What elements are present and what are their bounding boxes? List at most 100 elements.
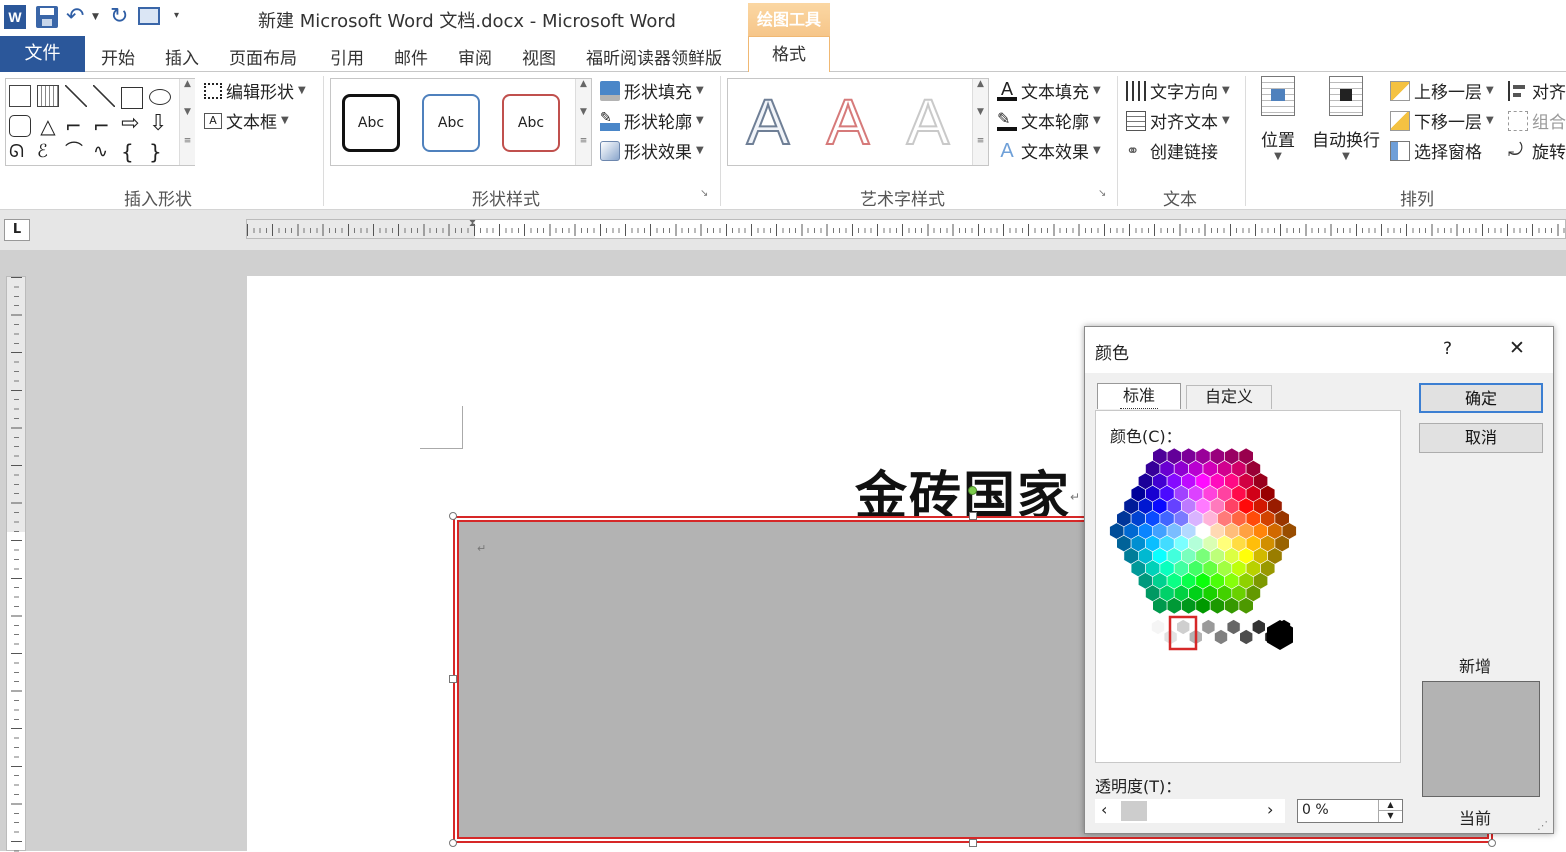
resize-grip-icon[interactable]: ⋰ bbox=[1537, 819, 1548, 832]
transparency-input[interactable]: 0 % ▲ ▼ bbox=[1297, 799, 1403, 823]
wordart-sample-red[interactable]: A bbox=[818, 81, 878, 163]
dialog-close-button[interactable]: ✕ bbox=[1509, 337, 1525, 359]
tab-foxit[interactable]: 福昕阅读器领鲜版 bbox=[586, 44, 722, 69]
tab-mailings[interactable]: 邮件 bbox=[394, 44, 428, 69]
triangle-shape-icon[interactable]: △ bbox=[37, 115, 59, 137]
line-shape-icon[interactable] bbox=[65, 85, 87, 107]
tab-file[interactable]: 文件 bbox=[0, 36, 85, 72]
freeform-shape-icon[interactable]: ᘏ bbox=[9, 141, 31, 163]
shapes-gallery-scroll[interactable]: ▲ ▼ ≡ bbox=[179, 79, 195, 165]
text-fill-button[interactable]: A 文本填充 ▼ bbox=[997, 78, 1101, 103]
edit-shape-button[interactable]: 编辑形状 ▼ bbox=[204, 78, 306, 103]
shape-style-sample-red[interactable]: Abc bbox=[502, 94, 560, 152]
wordart-gallery-scroll[interactable]: ▲ ▼ ≡ bbox=[972, 79, 988, 165]
align-text-button[interactable]: 对齐文本 ▼ bbox=[1126, 108, 1230, 133]
down-arrow-shape-icon[interactable]: ⇩ bbox=[149, 113, 171, 135]
cancel-button[interactable]: 取消 bbox=[1419, 423, 1543, 453]
print-preview-icon[interactable] bbox=[138, 7, 160, 25]
text-outline-button[interactable]: ✎ 文本轮廓 ▼ bbox=[997, 108, 1101, 133]
undo-dropdown-icon[interactable]: ▼ bbox=[92, 12, 99, 22]
left-brace-shape-icon[interactable]: { bbox=[121, 141, 143, 163]
indent-marker-icon[interactable]: ⧗ bbox=[469, 218, 476, 229]
shape-style-sample-black[interactable]: Abc bbox=[342, 94, 400, 152]
send-backward-button[interactable]: 下移一层 ▼ bbox=[1390, 108, 1494, 133]
resize-handle[interactable] bbox=[1488, 839, 1496, 847]
text-effects-button[interactable]: A 文本效果 ▼ bbox=[997, 138, 1100, 164]
wordart-dialog-launcher-icon[interactable]: ↘ bbox=[1098, 188, 1106, 199]
spin-up-icon[interactable]: ▲ bbox=[1378, 800, 1402, 811]
tab-format[interactable]: 格式 bbox=[748, 36, 830, 73]
arc-shape-icon[interactable]: ⌒ bbox=[65, 141, 87, 163]
customize-qat-icon[interactable]: ▾ bbox=[174, 10, 179, 21]
gray-swatch-hexagon[interactable] bbox=[1151, 619, 1165, 635]
tab-home[interactable]: 开始 bbox=[101, 44, 135, 69]
align-button[interactable]: 对齐 bbox=[1508, 78, 1566, 103]
wrap-text-button[interactable]: 自动换行 ▼ bbox=[1310, 76, 1382, 176]
rounded-rect-shape-icon[interactable] bbox=[9, 115, 31, 137]
tab-review[interactable]: 审阅 bbox=[458, 44, 492, 69]
gray-swatch-hexagon[interactable] bbox=[1214, 629, 1228, 645]
bring-forward-button[interactable]: 上移一层 ▼ bbox=[1390, 78, 1494, 103]
tab-page-layout[interactable]: 页面布局 bbox=[229, 44, 297, 69]
slider-left-arrow-icon[interactable]: ‹ bbox=[1101, 800, 1107, 819]
rotation-handle[interactable] bbox=[968, 486, 977, 495]
gray-swatch-hexagon[interactable] bbox=[1252, 619, 1266, 635]
tab-references[interactable]: 引用 bbox=[330, 44, 364, 69]
resize-handle[interactable] bbox=[449, 512, 457, 520]
arrow-line-shape-icon[interactable] bbox=[93, 85, 115, 107]
tab-custom[interactable]: 自定义 bbox=[1186, 385, 1272, 409]
shape-outline-button[interactable]: ✎ 形状轮廓 ▼ bbox=[600, 108, 704, 133]
textbox-shape-icon[interactable] bbox=[9, 85, 31, 107]
spin-down-icon[interactable]: ▼ bbox=[1378, 811, 1402, 822]
selection-pane-button[interactable]: 选择窗格 bbox=[1390, 138, 1482, 163]
shape-effects-button[interactable]: 形状效果 ▼ bbox=[600, 138, 704, 163]
undo-icon[interactable]: ↶ bbox=[66, 4, 84, 29]
text-direction-dropdown-icon: ▼ bbox=[1222, 85, 1230, 96]
resize-handle[interactable] bbox=[969, 839, 977, 847]
gray-swatch-hexagon[interactable] bbox=[1239, 629, 1253, 645]
vertical-ruler[interactable] bbox=[6, 276, 26, 852]
word-app-icon[interactable]: W bbox=[4, 5, 26, 29]
textbox-button[interactable]: A 文本框 ▼ bbox=[204, 108, 289, 133]
text-direction-button[interactable]: 文字方向 ▼ bbox=[1126, 78, 1230, 103]
redo-icon[interactable]: ↻ bbox=[110, 4, 128, 29]
wordart-sample-blue[interactable]: A bbox=[738, 81, 798, 163]
right-brace-shape-icon[interactable]: } bbox=[149, 141, 171, 163]
vertical-textbox-shape-icon[interactable] bbox=[37, 85, 59, 107]
shape-styles-dialog-launcher-icon[interactable]: ↘ bbox=[700, 188, 708, 199]
ok-button[interactable]: 确定 bbox=[1419, 383, 1543, 413]
rotate-button[interactable]: ⤾ 旋转 bbox=[1508, 138, 1566, 163]
transparency-slider[interactable]: ‹ › bbox=[1095, 799, 1285, 823]
tab-standard[interactable]: 标准 bbox=[1097, 383, 1181, 409]
slider-thumb[interactable] bbox=[1121, 801, 1147, 821]
position-button[interactable]: 位置 ▼ bbox=[1256, 76, 1300, 176]
elbow-arrow-connector-icon[interactable]: ⌐ bbox=[93, 115, 115, 137]
elbow-connector-icon[interactable]: ⌐ bbox=[65, 115, 87, 137]
dialog-help-button[interactable]: ? bbox=[1443, 339, 1452, 359]
tab-selector-button[interactable]: L bbox=[4, 219, 30, 241]
group-divider bbox=[323, 76, 324, 206]
rectangle-shape-icon[interactable] bbox=[121, 87, 143, 109]
color-hexagon-picker[interactable] bbox=[1096, 447, 1402, 707]
slider-right-arrow-icon[interactable]: › bbox=[1267, 800, 1273, 819]
resize-handle[interactable] bbox=[449, 839, 457, 847]
gray-swatch-hexagon[interactable] bbox=[1201, 619, 1216, 635]
scribble-shape-icon[interactable]: ℰ bbox=[37, 141, 59, 163]
shape-styles-scroll[interactable]: ▲ ▼ ≡ bbox=[575, 79, 591, 165]
gray-swatch-hexagon[interactable] bbox=[1226, 619, 1241, 635]
shape-style-sample-blue[interactable]: Abc bbox=[422, 94, 480, 152]
gray-swatch-hexagon[interactable] bbox=[1176, 619, 1190, 635]
tab-view[interactable]: 视图 bbox=[522, 44, 556, 69]
curve-shape-icon[interactable]: ∿ bbox=[93, 141, 115, 163]
create-link-button[interactable]: ⚭ 创建链接 bbox=[1126, 138, 1218, 164]
wordart-sample-gray[interactable]: A bbox=[898, 81, 958, 163]
oval-shape-icon[interactable] bbox=[149, 89, 171, 105]
shape-fill-button[interactable]: 形状填充 ▼ bbox=[600, 78, 704, 103]
horizontal-ruler[interactable]: ⧗ bbox=[246, 218, 1566, 239]
resize-handle[interactable] bbox=[969, 512, 977, 520]
tab-insert[interactable]: 插入 bbox=[165, 44, 199, 69]
group-button[interactable]: 组合 bbox=[1508, 108, 1566, 133]
right-arrow-shape-icon[interactable]: ⇨ bbox=[121, 113, 143, 135]
save-icon[interactable] bbox=[36, 6, 58, 28]
resize-handle[interactable] bbox=[449, 675, 457, 683]
